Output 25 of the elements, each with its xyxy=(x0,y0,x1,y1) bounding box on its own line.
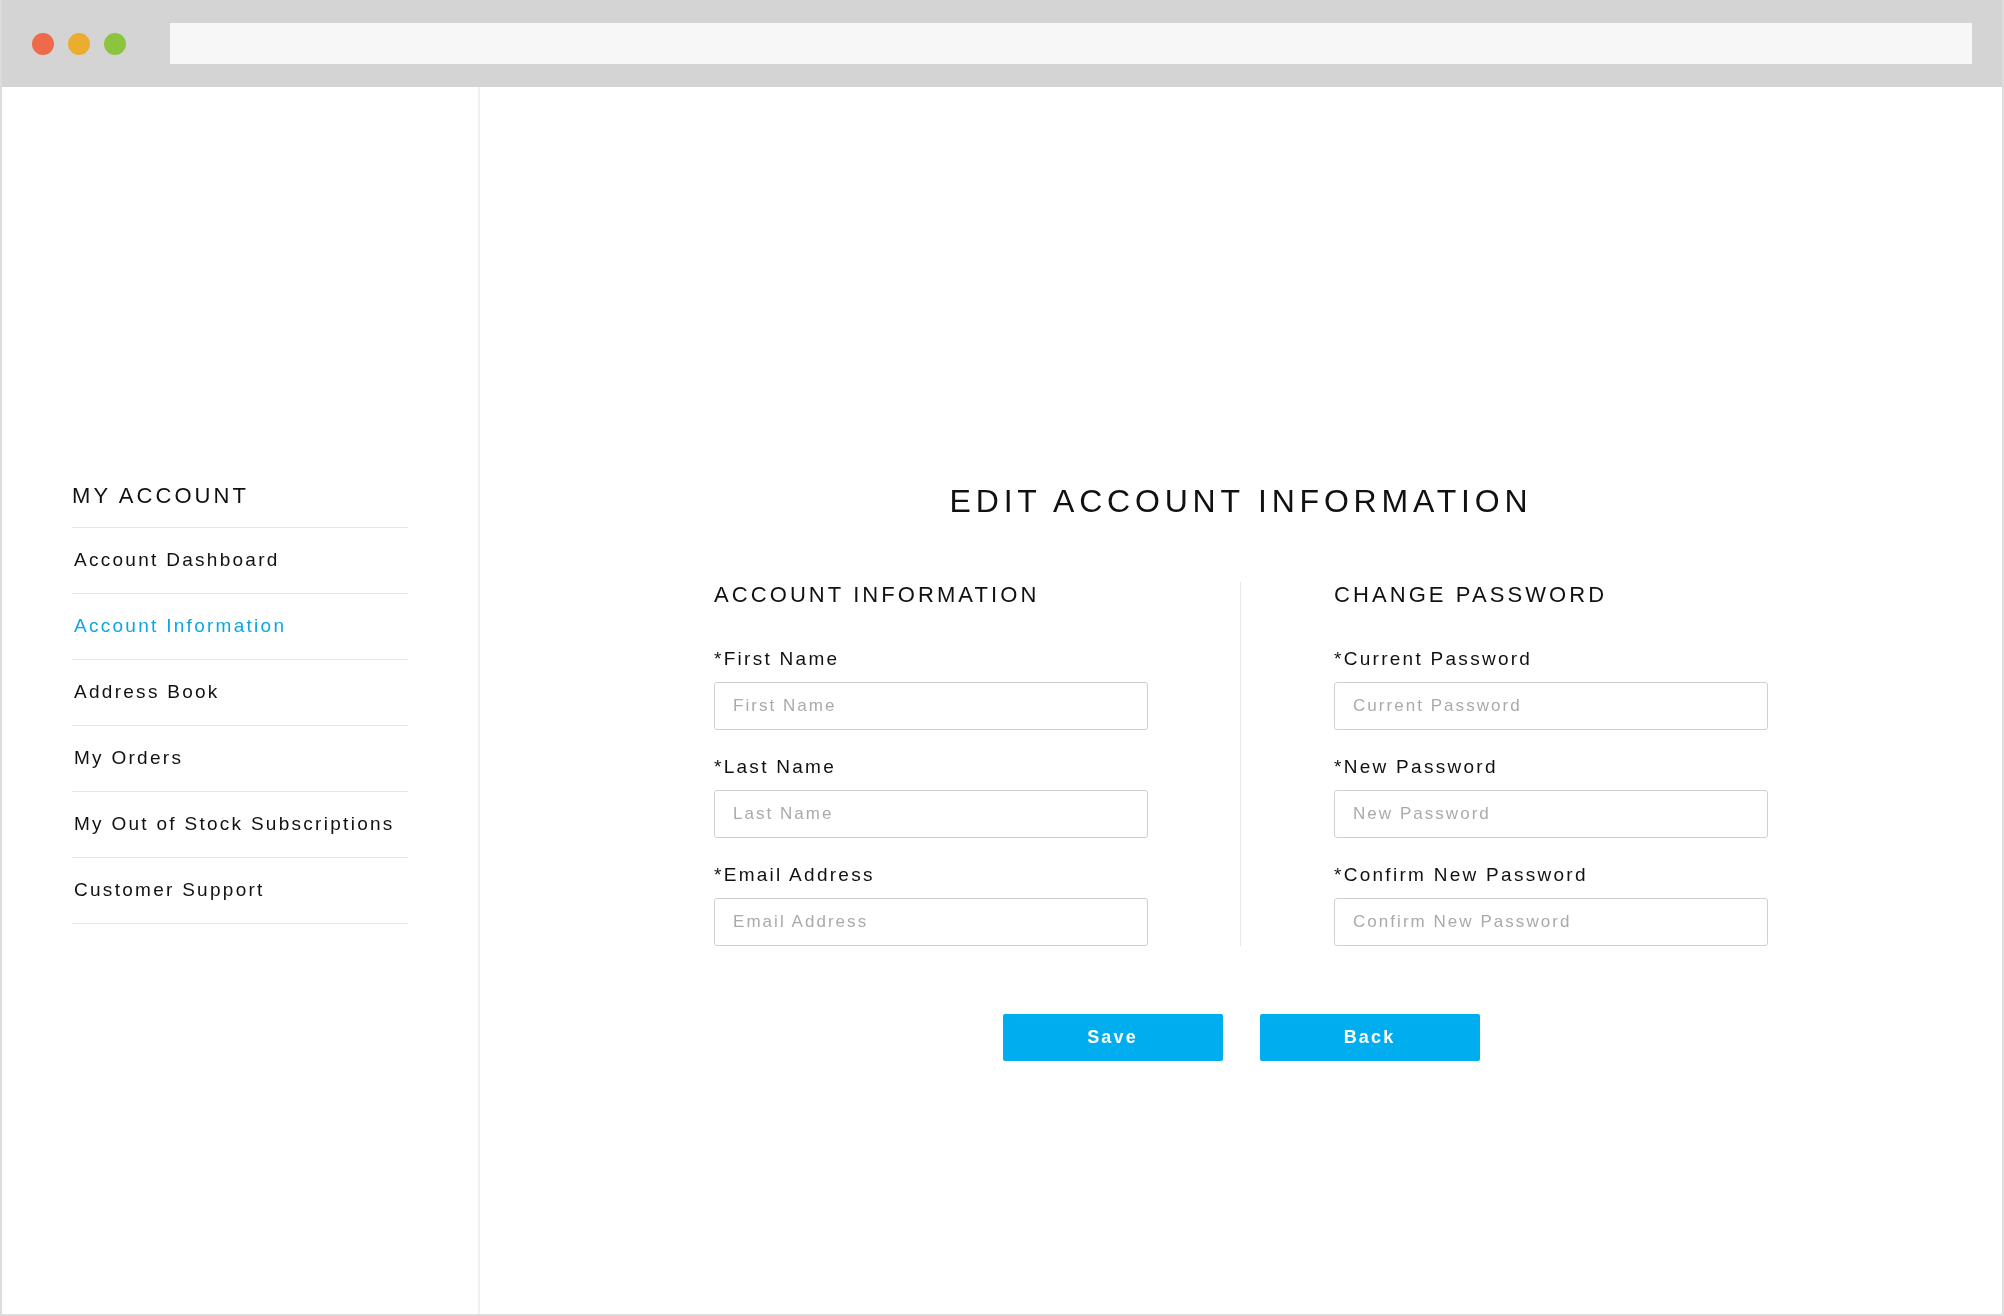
zoom-dot-icon[interactable] xyxy=(104,32,126,55)
input-field[interactable]: First Name xyxy=(714,682,1148,730)
input-field[interactable]: Current Password xyxy=(1334,682,1768,730)
input-field[interactable]: Email Address xyxy=(714,898,1148,946)
section-heading: ACCOUNT INFORMATION xyxy=(714,582,1041,608)
field-label: *Email Address xyxy=(714,864,876,886)
field-label: *First Name xyxy=(714,648,841,670)
close-dot-icon[interactable] xyxy=(32,32,54,55)
field-label: *Last Name xyxy=(714,756,838,778)
section-heading: CHANGE PASSWORD xyxy=(1334,582,1609,608)
input-field[interactable]: Last Name xyxy=(714,790,1148,838)
field-label: *Current Password xyxy=(1334,648,1534,670)
page-title: EDIT ACCOUNT INFORMATION xyxy=(949,483,1533,520)
input-field[interactable]: Confirm New Password xyxy=(1334,898,1768,946)
input-field[interactable]: New Password xyxy=(1334,790,1768,838)
address-bar[interactable] xyxy=(170,23,1972,64)
sidebar-link[interactable]: Customer Support xyxy=(72,858,408,924)
minimize-dot-icon[interactable] xyxy=(68,32,90,55)
sidebar-heading: MY ACCOUNT xyxy=(72,483,408,528)
sidebar-link[interactable]: Account Dashboard xyxy=(72,528,408,594)
sidebar-link[interactable]: My Orders xyxy=(72,726,408,792)
sidebar-link[interactable]: My Out of Stock Subscriptions xyxy=(72,792,408,858)
field-label: *Confirm New Password xyxy=(1334,864,1589,886)
field-label: *New Password xyxy=(1334,756,1499,778)
sidebar-link[interactable]: Address Book xyxy=(72,660,408,726)
